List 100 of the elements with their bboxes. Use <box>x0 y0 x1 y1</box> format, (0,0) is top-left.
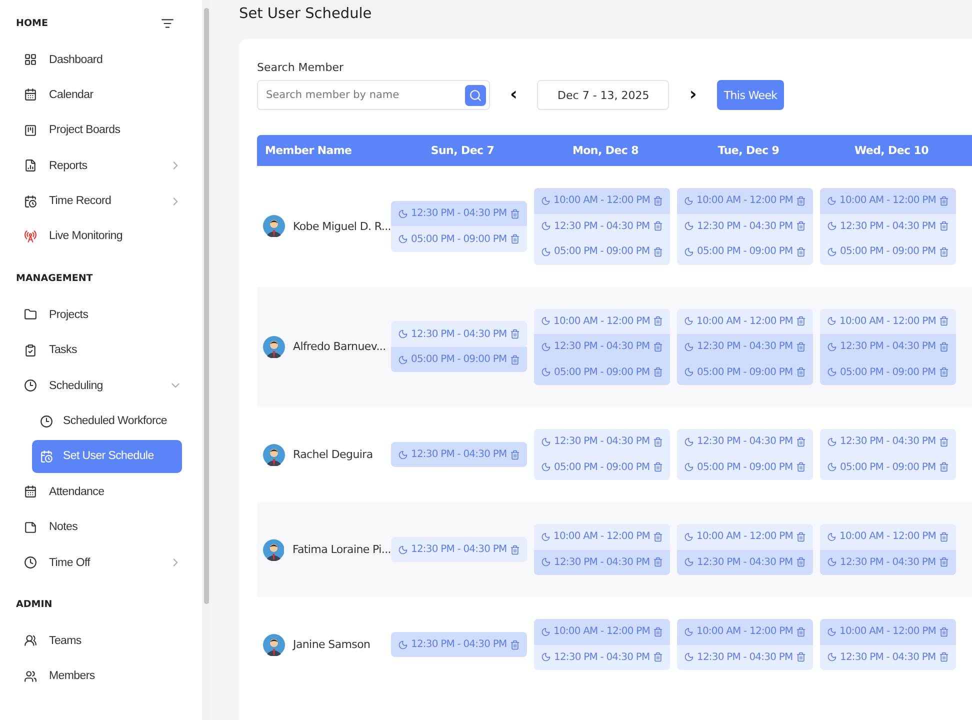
delete-button[interactable] <box>796 557 806 568</box>
delete-button[interactable] <box>653 367 663 378</box>
delete-button[interactable] <box>653 557 663 568</box>
delete-button[interactable] <box>653 196 663 206</box>
nav-item[interactable]: Project Boards <box>16 114 182 147</box>
nav-item[interactable]: Projects <box>16 298 182 332</box>
delete-button[interactable] <box>939 532 949 542</box>
time-slot[interactable]: 12:30 PM - 04:30 PM <box>677 334 813 360</box>
nav-item[interactable]: Calendar <box>16 78 182 112</box>
delete-button[interactable] <box>796 462 806 472</box>
time-slot[interactable]: 12:30 PM - 04:30 PM <box>820 644 956 670</box>
menu-icon[interactable] <box>161 16 174 30</box>
trash-icon <box>510 329 520 339</box>
nav-item[interactable]: Tasks <box>16 334 182 367</box>
nav-item[interactable]: Live Monitoring <box>16 220 182 253</box>
time-slot[interactable]: 10:00 AM - 12:00 PM <box>820 619 956 644</box>
previous-week-button[interactable]: ‹ <box>504 86 524 104</box>
nav-subitem[interactable]: Set User Schedule <box>32 440 182 473</box>
time-slot[interactable]: 10:00 AM - 12:00 PM <box>820 188 956 214</box>
delete-button[interactable] <box>796 221 806 232</box>
delete-button[interactable] <box>510 450 520 460</box>
delete-button[interactable] <box>796 626 806 637</box>
trash-icon <box>796 246 806 257</box>
delete-button[interactable] <box>510 544 520 554</box>
delete-button[interactable] <box>796 316 806 326</box>
time-slot[interactable]: 05:00 PM - 09:00 PM <box>820 360 956 385</box>
time-slot[interactable]: 12:30 PM - 04:30 PM <box>820 550 956 575</box>
delete-button[interactable] <box>510 208 520 218</box>
moon-icon <box>827 196 836 206</box>
time-slot[interactable]: 12:30 PM - 04:30 PM <box>677 644 813 670</box>
delete-button[interactable] <box>939 316 949 326</box>
this-week-button[interactable]: This Week <box>716 80 784 110</box>
time-slot[interactable]: 10:00 AM - 12:00 PM <box>534 188 670 214</box>
delete-button[interactable] <box>939 462 949 472</box>
delete-button[interactable] <box>653 532 663 542</box>
member-name: Rachel Deguira <box>293 448 373 461</box>
time-slot[interactable]: 12:30 PM - 04:30 PM <box>534 550 670 575</box>
trash-icon <box>510 640 520 650</box>
time-slot[interactable]: 10:00 AM - 12:00 PM <box>534 619 670 644</box>
trash-icon <box>796 626 806 637</box>
delete-button[interactable] <box>653 462 663 472</box>
time-slot[interactable]: 05:00 PM - 09:00 PM <box>677 360 813 385</box>
delete-button[interactable] <box>796 367 806 378</box>
delete-button[interactable] <box>653 246 663 257</box>
delete-button[interactable] <box>796 652 806 662</box>
delete-button[interactable] <box>653 652 663 662</box>
scrollbar[interactable] <box>202 0 210 720</box>
time-slot[interactable]: 12:30 PM - 04:30 PM <box>534 644 670 670</box>
delete-button[interactable] <box>796 436 806 447</box>
trash-icon <box>939 626 949 637</box>
delete-button[interactable] <box>510 329 520 339</box>
member-name: Janine Samson <box>293 638 370 651</box>
delete-button[interactable] <box>653 436 663 447</box>
nav-item[interactable]: Members <box>16 660 182 693</box>
delete-button[interactable] <box>796 246 806 257</box>
time-slot[interactable]: 12:30 PM - 04:30 PM <box>391 442 527 468</box>
time-slot[interactable]: 12:30 PM - 04:30 PM <box>820 334 956 360</box>
nav-subitem[interactable]: Scheduled Workforce <box>32 404 182 438</box>
nav-item[interactable]: Reports <box>16 149 182 182</box>
time-slot[interactable]: 05:00 PM - 09:00 PM <box>391 346 527 372</box>
delete-button[interactable] <box>939 196 949 206</box>
delete-button[interactable] <box>510 640 520 650</box>
time-slot[interactable]: 10:00 AM - 12:00 PM <box>677 188 813 214</box>
time-slot[interactable]: 12:30 PM - 04:30 PM <box>677 550 813 575</box>
search-field[interactable]: Search member by name <box>257 80 490 110</box>
time-slot[interactable]: 05:00 PM - 09:00 PM <box>534 360 670 385</box>
delete-button[interactable] <box>939 436 949 447</box>
time-slot[interactable]: 12:30 PM - 04:30 PM <box>534 334 670 360</box>
time-slot[interactable]: 12:30 PM - 04:30 PM <box>391 632 527 658</box>
time-slot[interactable]: 10:00 AM - 12:00 PM <box>677 619 813 644</box>
delete-button[interactable] <box>796 342 806 352</box>
delete-button[interactable] <box>653 626 663 637</box>
delete-button[interactable] <box>939 652 949 662</box>
next-week-button[interactable]: › <box>683 86 703 104</box>
nav-item[interactable]: Dashboard <box>16 43 182 76</box>
delete-button[interactable] <box>939 626 949 637</box>
trash-icon <box>653 246 663 257</box>
delete-button[interactable] <box>653 316 663 326</box>
delete-button[interactable] <box>510 354 520 364</box>
delete-button[interactable] <box>796 196 806 206</box>
moon-icon <box>684 557 694 568</box>
trash-icon <box>939 342 949 352</box>
nav-item[interactable]: Attendance <box>16 475 182 508</box>
nav-item[interactable]: Time Off <box>16 546 182 580</box>
delete-button[interactable] <box>939 367 949 378</box>
delete-button[interactable] <box>653 221 663 232</box>
nav-item[interactable]: Scheduling <box>16 369 182 402</box>
nav-item[interactable]: Teams <box>16 624 182 658</box>
delete-button[interactable] <box>939 557 949 568</box>
note-icon <box>24 520 37 534</box>
delete-button[interactable] <box>939 342 949 352</box>
nav-item[interactable]: Time Record <box>16 184 182 218</box>
delete-button[interactable] <box>796 532 806 542</box>
delete-button[interactable] <box>939 246 949 257</box>
delete-button[interactable] <box>939 221 949 232</box>
search-button[interactable] <box>465 84 486 106</box>
delete-button[interactable] <box>510 234 520 244</box>
time-slot[interactable]: 12:30 PM - 04:30 PM <box>391 200 527 226</box>
delete-button[interactable] <box>653 342 663 352</box>
nav-item[interactable]: Notes <box>16 510 182 544</box>
